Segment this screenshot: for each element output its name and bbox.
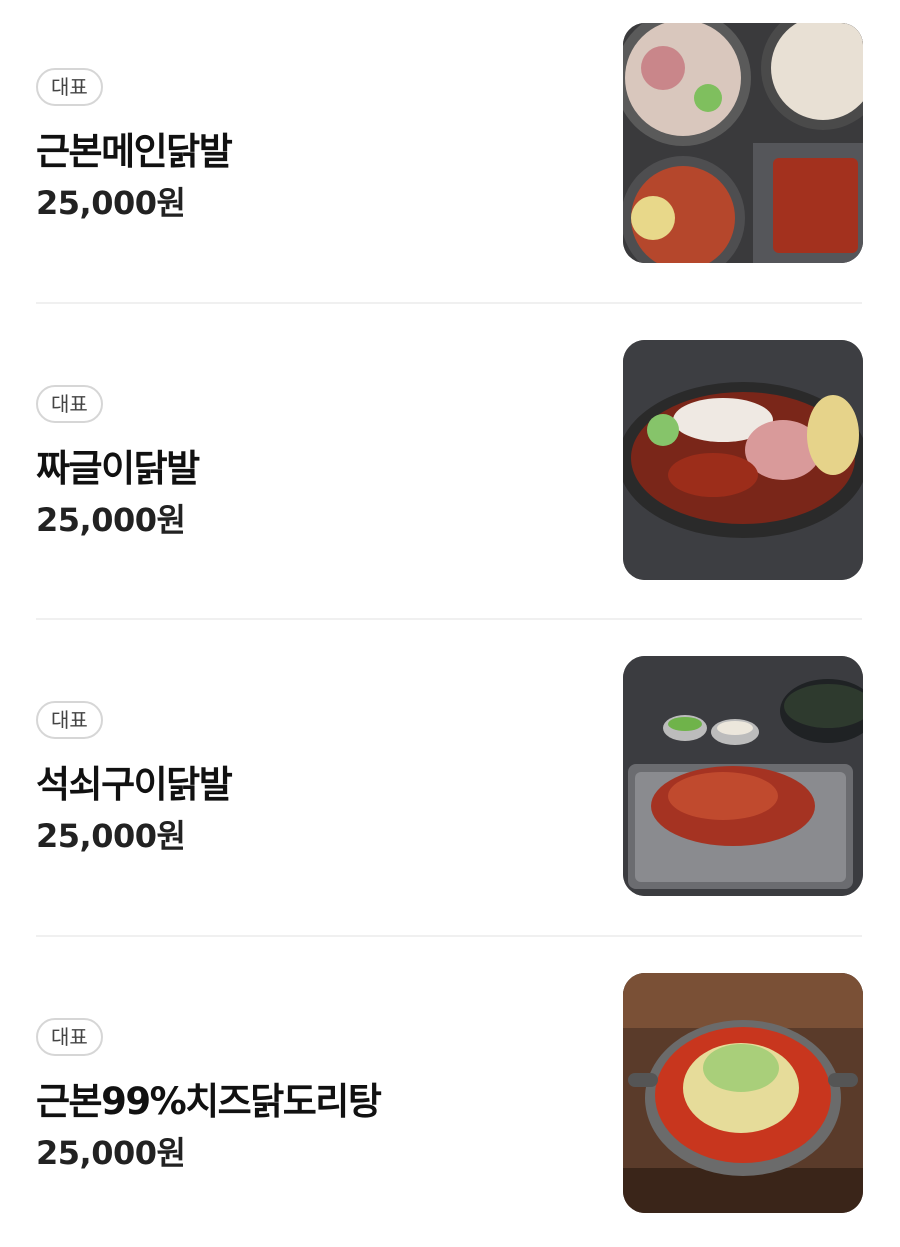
divider [36,302,862,304]
food-photo-placeholder [623,340,863,580]
menu-item[interactable]: 대표 짜글이닭발 25,000원 [0,340,900,582]
signature-badge: 대표 [36,1018,103,1056]
food-photo-placeholder [623,23,863,263]
signature-badge: 대표 [36,701,103,739]
menu-item-price: 25,000원 [36,1134,186,1172]
menu-item[interactable]: 대표 근본99%치즈닭도리탕 25,000원 [0,973,900,1215]
menu-item-name: 근본메인닭발 [36,130,233,173]
menu-item-price: 25,000원 [36,184,186,222]
menu-item[interactable]: 대표 석쇠구이닭발 25,000원 [0,656,900,898]
menu-item[interactable]: 대표 근본메인닭발 25,000원 [0,23,900,265]
divider [36,618,862,620]
menu-item-name: 짜글이닭발 [36,447,200,490]
menu-item-image[interactable] [623,973,863,1213]
menu-item-image[interactable] [623,340,863,580]
menu-item-image[interactable] [623,656,863,896]
menu-item-name: 근본99%치즈닭도리탕 [36,1080,382,1123]
signature-badge: 대표 [36,385,103,423]
food-photo-placeholder [623,973,863,1213]
menu-item-price: 25,000원 [36,501,186,539]
signature-badge: 대표 [36,68,103,106]
divider [36,935,862,937]
food-photo-placeholder [623,656,863,896]
menu-item-price: 25,000원 [36,817,186,855]
menu-item-image[interactable] [623,23,863,263]
menu-item-name: 석쇠구이닭발 [36,763,233,806]
